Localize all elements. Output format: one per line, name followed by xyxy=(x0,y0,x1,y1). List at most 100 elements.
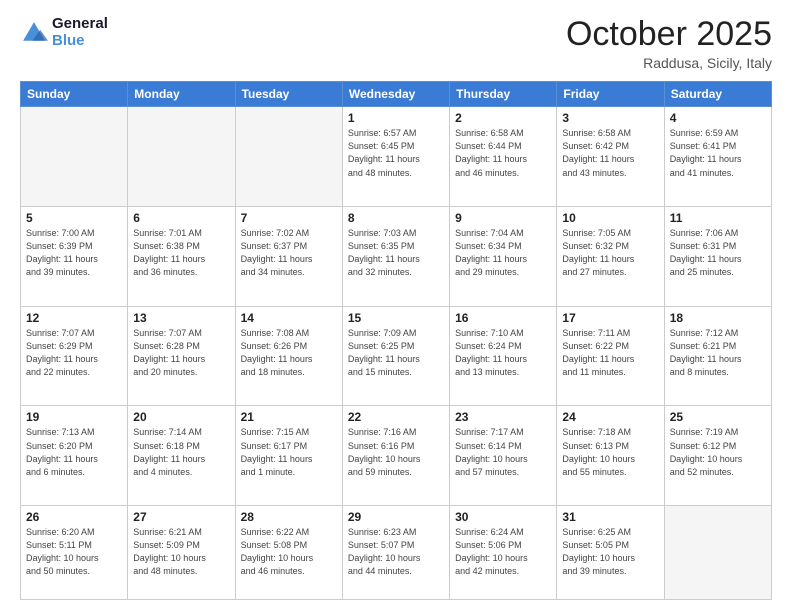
day-number: 11 xyxy=(670,211,766,225)
location-subtitle: Raddusa, Sicily, Italy xyxy=(566,55,772,71)
calendar-week-row: 26 Sunrise: 6:20 AM Sunset: 5:11 PM Dayli… xyxy=(21,506,772,600)
day-number: 25 xyxy=(670,410,766,424)
day-number: 23 xyxy=(455,410,551,424)
calendar-cell xyxy=(128,107,235,207)
day-number: 13 xyxy=(133,311,229,325)
day-number: 26 xyxy=(26,510,122,524)
day-number: 4 xyxy=(670,111,766,125)
day-info: Sunrise: 6:20 AM Sunset: 5:11 PM Dayligh… xyxy=(26,526,122,578)
day-info: Sunrise: 6:58 AM Sunset: 6:44 PM Dayligh… xyxy=(455,127,551,179)
calendar-week-row: 1Sunrise: 6:57 AM Sunset: 6:45 PM Daylig… xyxy=(21,107,772,207)
day-number: 22 xyxy=(348,410,444,424)
day-of-week-header: Saturday xyxy=(664,82,771,107)
day-info: Sunrise: 7:12 AM Sunset: 6:21 PM Dayligh… xyxy=(670,327,766,379)
day-info: Sunrise: 7:18 AM Sunset: 6:13 PM Dayligh… xyxy=(562,426,658,478)
day-number: 7 xyxy=(241,211,337,225)
day-info: Sunrise: 7:01 AM Sunset: 6:38 PM Dayligh… xyxy=(133,227,229,279)
logo-text: General Blue xyxy=(52,16,108,49)
month-title: October 2025 xyxy=(566,16,772,53)
calendar-cell: 12 Sunrise: 7:07 AM Sunset: 6:29 PM Dayli… xyxy=(21,306,128,406)
day-info: Sunrise: 7:07 AM Sunset: 6:28 PM Dayligh… xyxy=(133,327,229,379)
logo: General Blue xyxy=(20,16,108,49)
calendar-cell: 8 Sunrise: 7:03 AM Sunset: 6:35 PM Daylig… xyxy=(342,207,449,307)
calendar-cell xyxy=(235,107,342,207)
calendar-cell: 3 Sunrise: 6:58 AM Sunset: 6:42 PM Daylig… xyxy=(557,107,664,207)
logo-icon xyxy=(20,19,48,47)
day-info: Sunrise: 7:11 AM Sunset: 6:22 PM Dayligh… xyxy=(562,327,658,379)
day-info: Sunrise: 6:25 AM Sunset: 5:05 PM Dayligh… xyxy=(562,526,658,578)
day-info: Sunrise: 7:16 AM Sunset: 6:16 PM Dayligh… xyxy=(348,426,444,478)
day-number: 19 xyxy=(26,410,122,424)
calendar-cell: 21Sunrise: 7:15 AM Sunset: 6:17 PM Dayli… xyxy=(235,406,342,506)
day-number: 27 xyxy=(133,510,229,524)
day-number: 10 xyxy=(562,211,658,225)
day-number: 29 xyxy=(348,510,444,524)
day-number: 16 xyxy=(455,311,551,325)
calendar-cell: 14 Sunrise: 7:08 AM Sunset: 6:26 PM Dayli… xyxy=(235,306,342,406)
calendar-cell: 10 Sunrise: 7:05 AM Sunset: 6:32 PM Dayli… xyxy=(557,207,664,307)
calendar-cell: 24 Sunrise: 7:18 AM Sunset: 6:13 PM Dayli… xyxy=(557,406,664,506)
calendar-cell: 9Sunrise: 7:04 AM Sunset: 6:34 PM Daylig… xyxy=(450,207,557,307)
calendar-cell: 23 Sunrise: 7:17 AM Sunset: 6:14 PM Dayli… xyxy=(450,406,557,506)
day-number: 8 xyxy=(348,211,444,225)
day-info: Sunrise: 7:03 AM Sunset: 6:35 PM Dayligh… xyxy=(348,227,444,279)
day-of-week-header: Friday xyxy=(557,82,664,107)
calendar-cell: 16Sunrise: 7:10 AM Sunset: 6:24 PM Dayli… xyxy=(450,306,557,406)
day-info: Sunrise: 7:14 AM Sunset: 6:18 PM Dayligh… xyxy=(133,426,229,478)
calendar-cell: 7 Sunrise: 7:02 AM Sunset: 6:37 PM Daylig… xyxy=(235,207,342,307)
calendar-cell xyxy=(21,107,128,207)
day-info: Sunrise: 6:21 AM Sunset: 5:09 PM Dayligh… xyxy=(133,526,229,578)
day-number: 17 xyxy=(562,311,658,325)
day-number: 3 xyxy=(562,111,658,125)
day-info: Sunrise: 7:19 AM Sunset: 6:12 PM Dayligh… xyxy=(670,426,766,478)
calendar-week-row: 12 Sunrise: 7:07 AM Sunset: 6:29 PM Dayli… xyxy=(21,306,772,406)
day-number: 9 xyxy=(455,211,551,225)
day-number: 15 xyxy=(348,311,444,325)
page: General Blue October 2025 Raddusa, Sicil… xyxy=(0,0,792,612)
day-number: 31 xyxy=(562,510,658,524)
day-number: 18 xyxy=(670,311,766,325)
calendar-cell: 28 Sunrise: 6:22 AM Sunset: 5:08 PM Dayli… xyxy=(235,506,342,600)
day-info: Sunrise: 6:24 AM Sunset: 5:06 PM Dayligh… xyxy=(455,526,551,578)
day-of-week-header: Tuesday xyxy=(235,82,342,107)
day-info: Sunrise: 6:57 AM Sunset: 6:45 PM Dayligh… xyxy=(348,127,444,179)
calendar-cell: 31 Sunrise: 6:25 AM Sunset: 5:05 PM Dayli… xyxy=(557,506,664,600)
day-info: Sunrise: 7:13 AM Sunset: 6:20 PM Dayligh… xyxy=(26,426,122,478)
day-info: Sunrise: 7:08 AM Sunset: 6:26 PM Dayligh… xyxy=(241,327,337,379)
day-info: Sunrise: 7:05 AM Sunset: 6:32 PM Dayligh… xyxy=(562,227,658,279)
calendar-cell: 25 Sunrise: 7:19 AM Sunset: 6:12 PM Dayli… xyxy=(664,406,771,506)
calendar-cell: 30Sunrise: 6:24 AM Sunset: 5:06 PM Dayli… xyxy=(450,506,557,600)
day-info: Sunrise: 7:02 AM Sunset: 6:37 PM Dayligh… xyxy=(241,227,337,279)
calendar-cell: 27 Sunrise: 6:21 AM Sunset: 5:09 PM Dayli… xyxy=(128,506,235,600)
day-number: 12 xyxy=(26,311,122,325)
calendar-cell: 20 Sunrise: 7:14 AM Sunset: 6:18 PM Dayli… xyxy=(128,406,235,506)
day-of-week-header: Wednesday xyxy=(342,82,449,107)
calendar-week-row: 5Sunrise: 7:00 AM Sunset: 6:39 PM Daylig… xyxy=(21,207,772,307)
day-info: Sunrise: 7:09 AM Sunset: 6:25 PM Dayligh… xyxy=(348,327,444,379)
day-number: 21 xyxy=(241,410,337,424)
day-info: Sunrise: 6:22 AM Sunset: 5:08 PM Dayligh… xyxy=(241,526,337,578)
day-number: 5 xyxy=(26,211,122,225)
day-number: 20 xyxy=(133,410,229,424)
calendar-cell: 4 Sunrise: 6:59 AM Sunset: 6:41 PM Daylig… xyxy=(664,107,771,207)
day-number: 14 xyxy=(241,311,337,325)
calendar-header-row: SundayMondayTuesdayWednesdayThursdayFrid… xyxy=(21,82,772,107)
calendar-cell: 2Sunrise: 6:58 AM Sunset: 6:44 PM Daylig… xyxy=(450,107,557,207)
calendar: SundayMondayTuesdayWednesdayThursdayFrid… xyxy=(20,81,772,600)
calendar-cell: 5Sunrise: 7:00 AM Sunset: 6:39 PM Daylig… xyxy=(21,207,128,307)
calendar-cell: 26 Sunrise: 6:20 AM Sunset: 5:11 PM Dayli… xyxy=(21,506,128,600)
calendar-cell: 13 Sunrise: 7:07 AM Sunset: 6:28 PM Dayli… xyxy=(128,306,235,406)
calendar-cell: 11 Sunrise: 7:06 AM Sunset: 6:31 PM Dayli… xyxy=(664,207,771,307)
day-number: 28 xyxy=(241,510,337,524)
calendar-cell xyxy=(664,506,771,600)
day-info: Sunrise: 7:07 AM Sunset: 6:29 PM Dayligh… xyxy=(26,327,122,379)
day-number: 6 xyxy=(133,211,229,225)
day-info: Sunrise: 6:23 AM Sunset: 5:07 PM Dayligh… xyxy=(348,526,444,578)
calendar-cell: 15 Sunrise: 7:09 AM Sunset: 6:25 PM Dayli… xyxy=(342,306,449,406)
day-info: Sunrise: 7:06 AM Sunset: 6:31 PM Dayligh… xyxy=(670,227,766,279)
day-info: Sunrise: 7:17 AM Sunset: 6:14 PM Dayligh… xyxy=(455,426,551,478)
day-info: Sunrise: 6:58 AM Sunset: 6:42 PM Dayligh… xyxy=(562,127,658,179)
calendar-cell: 6 Sunrise: 7:01 AM Sunset: 6:38 PM Daylig… xyxy=(128,207,235,307)
day-number: 24 xyxy=(562,410,658,424)
day-info: Sunrise: 6:59 AM Sunset: 6:41 PM Dayligh… xyxy=(670,127,766,179)
